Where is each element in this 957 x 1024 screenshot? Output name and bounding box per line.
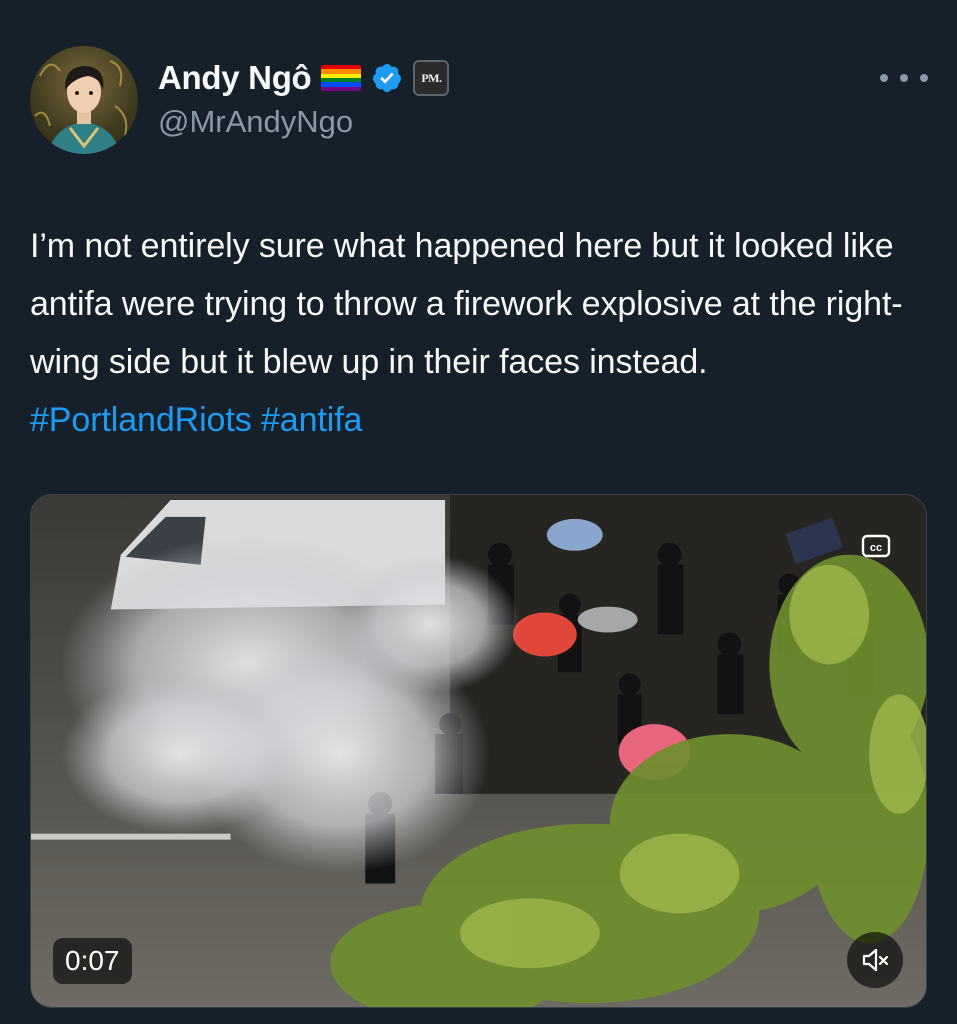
author-handle[interactable]: @MrAndyNgo bbox=[158, 104, 353, 140]
video-frame bbox=[31, 495, 926, 1007]
mute-icon bbox=[862, 948, 889, 972]
hashtag-link[interactable]: #antifa bbox=[261, 401, 362, 439]
video-duration: 0:07 bbox=[53, 938, 132, 984]
author-name-row: Andy Ngô PM. bbox=[158, 56, 450, 100]
avatar[interactable] bbox=[30, 46, 138, 154]
hashtag-link[interactable]: #PortlandRiots bbox=[30, 401, 252, 439]
rainbow-flag-icon bbox=[321, 65, 362, 91]
author-display-name[interactable]: Andy Ngô bbox=[158, 59, 312, 97]
svg-text:cc: cc bbox=[870, 542, 882, 554]
tweet-body: I’m not entirely sure what happened here… bbox=[30, 227, 903, 381]
mute-button[interactable] bbox=[847, 932, 903, 988]
tweet: Andy Ngô PM. @MrAndyNgo I’m not entirely… bbox=[0, 0, 957, 1024]
verified-icon[interactable] bbox=[371, 62, 403, 94]
affiliate-badge[interactable]: PM. bbox=[413, 60, 450, 96]
avatar-portrait bbox=[34, 60, 128, 154]
tweet-text: I’m not entirely sure what happened here… bbox=[30, 217, 930, 449]
more-options-icon[interactable] bbox=[880, 66, 928, 90]
cc-icon[interactable]: cc bbox=[861, 533, 891, 559]
video-player[interactable]: cc 0:07 bbox=[30, 494, 927, 1008]
